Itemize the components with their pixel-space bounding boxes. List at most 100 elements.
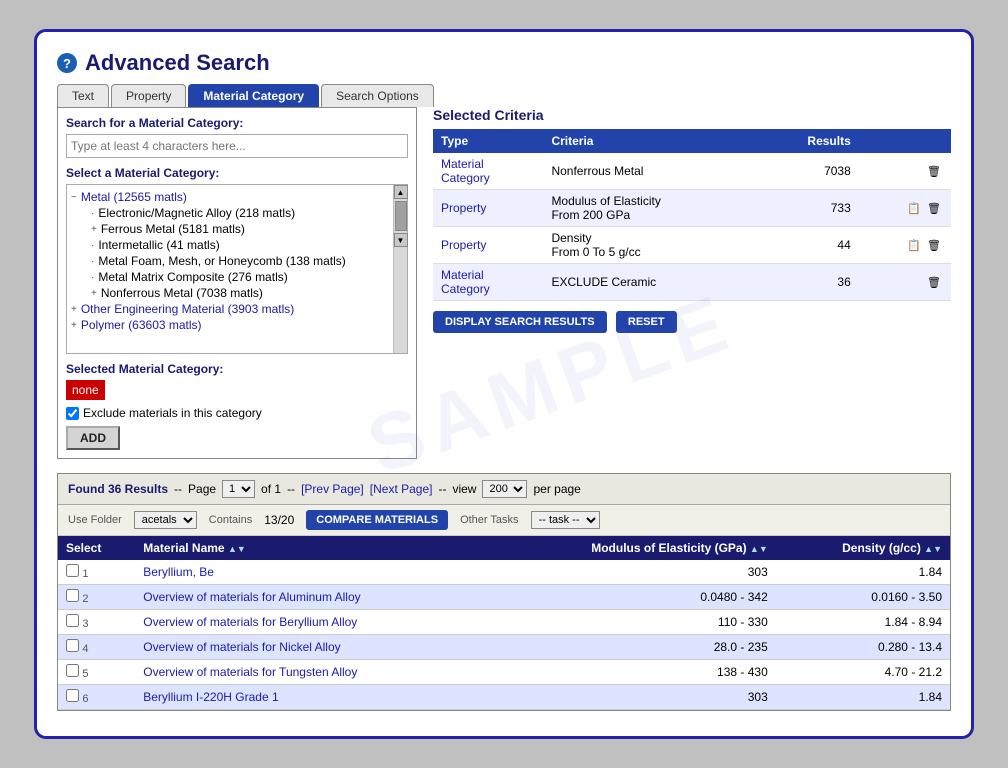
expand-intermetallic[interactable]: · [91, 240, 94, 251]
tab-material-category[interactable]: Material Category [188, 84, 319, 107]
next-page-link[interactable]: [Next Page] [370, 482, 433, 496]
type-link-1[interactable]: MaterialCategory [441, 157, 490, 185]
expand-nonferrous[interactable]: + [91, 288, 97, 299]
expand-ferrous[interactable]: + [91, 224, 97, 235]
scroll-thumb[interactable] [395, 201, 407, 231]
criteria-cell-1: Nonferrous Metal [543, 153, 757, 190]
expand-matrix[interactable]: · [91, 272, 94, 283]
sort-modulus[interactable]: ▲▼ [750, 544, 768, 554]
label-nonferrous: Nonferrous Metal (7038 matls) [101, 286, 263, 300]
row-checkbox-3[interactable] [66, 614, 79, 627]
compare-materials-button[interactable]: COMPARE MATERIALS [306, 510, 448, 530]
contains-value: 13/20 [264, 513, 294, 527]
expand-electronic[interactable]: · [91, 208, 94, 219]
scroll-down-btn[interactable]: ▼ [394, 233, 408, 247]
type-link-4[interactable]: MaterialCategory [441, 268, 490, 296]
table-row: 2 Overview of materials for Aluminum All… [58, 585, 950, 610]
sort-name[interactable]: ▲▼ [228, 544, 246, 554]
display-search-results-button[interactable]: DISPLAY SEARCH RESULTS [433, 311, 607, 333]
delete-icon-2[interactable]: 🗑 [925, 199, 943, 217]
row-checkbox-4[interactable] [66, 639, 79, 652]
help-icon[interactable]: ? [57, 53, 77, 73]
density-4: 0.280 - 13.4 [776, 635, 950, 660]
add-button[interactable]: ADD [66, 426, 120, 450]
dash-3: -- [438, 482, 446, 496]
edit-icon-3[interactable]: 📋 [905, 236, 923, 254]
folder-select[interactable]: acetals [134, 511, 197, 529]
type-link-2[interactable]: Property [441, 201, 486, 215]
page-select[interactable]: 1 [222, 480, 255, 498]
content-area: Search for a Material Category: Select a… [57, 107, 951, 459]
tab-text[interactable]: Text [57, 84, 109, 107]
delete-icon-4[interactable]: 🗑 [925, 273, 943, 291]
criteria-cell-4: EXCLUDE Ceramic [543, 264, 757, 301]
sort-density[interactable]: ▲▼ [924, 544, 942, 554]
exclude-row: Exclude materials in this category [66, 406, 408, 420]
other-tasks-label: Other Tasks [460, 514, 519, 526]
reset-button[interactable]: RESET [616, 311, 677, 333]
tree-item-electronic: · Electronic/Magnetic Alloy (218 matls) [71, 205, 389, 221]
tree-item-polymer: + Polymer (63603 matls) [71, 317, 389, 333]
link-other-eng[interactable]: Other Engineering Material (3903 matls) [81, 302, 294, 316]
type-link-3[interactable]: Property [441, 238, 486, 252]
criteria-cell-2: Modulus of ElasticityFrom 200 GPa [543, 190, 757, 227]
link-polymer[interactable]: Polymer (63603 matls) [81, 318, 202, 332]
select-label: Select a Material Category: [66, 166, 408, 180]
row-checkbox-1[interactable] [66, 564, 79, 577]
material-name-5: Overview of materials for Tungsten Alloy [135, 660, 486, 685]
tree-item-metal: − Metal (12565 matls) [71, 189, 389, 205]
criteria-cell-3: DensityFrom 0 To 5 g/cc [543, 227, 757, 264]
table-row: 5 Overview of materials for Tungsten All… [58, 660, 950, 685]
tree-item-ferrous: + Ferrous Metal (5181 matls) [71, 221, 389, 237]
density-3: 1.84 - 8.94 [776, 610, 950, 635]
material-link-1[interactable]: Beryllium, Be [143, 565, 214, 579]
link-metal[interactable]: Metal (12565 matls) [81, 190, 187, 204]
material-search-input[interactable] [66, 134, 408, 158]
density-6: 1.84 [776, 685, 950, 710]
delete-icon-3[interactable]: 🗑 [925, 236, 943, 254]
label-matrix: Metal Matrix Composite (276 matls) [98, 270, 287, 284]
material-link-5[interactable]: Overview of materials for Tungsten Alloy [143, 665, 357, 679]
edit-icon-2[interactable]: 📋 [905, 199, 923, 217]
selected-category-value: none [66, 380, 105, 400]
expand-foam[interactable]: · [91, 256, 94, 267]
col-criteria: Criteria [543, 129, 757, 153]
prev-page-link[interactable]: [Prev Page] [301, 482, 364, 496]
scroll-up-btn[interactable]: ▲ [394, 185, 408, 199]
material-link-6[interactable]: Beryllium I-220H Grade 1 [143, 690, 278, 704]
row-checkbox-6[interactable] [66, 689, 79, 702]
exclude-label: Exclude materials in this category [83, 406, 262, 420]
col-material-name: Material Name ▲▼ [135, 536, 486, 560]
col-modulus: Modulus of Elasticity (GPa) ▲▼ [486, 536, 776, 560]
delete-icon-1[interactable]: 🗑 [925, 162, 943, 180]
material-link-3[interactable]: Overview of materials for Beryllium Allo… [143, 615, 357, 629]
row-checkbox-2[interactable] [66, 589, 79, 602]
criteria-table: Type Criteria Results MaterialCategory N… [433, 129, 951, 301]
dash-2: -- [287, 482, 295, 496]
results-header: Found 36 Results -- Page 1 of 1 -- [Prev… [58, 474, 950, 505]
expand-other-eng[interactable]: + [71, 304, 77, 315]
material-name-6: Beryllium I-220H Grade 1 [135, 685, 486, 710]
material-link-4[interactable]: Overview of materials for Nickel Alloy [143, 640, 340, 654]
tabs-row: Text Property Material Category Search O… [57, 84, 951, 107]
left-panel: Search for a Material Category: Select a… [57, 107, 417, 459]
found-results-text: Found 36 Results [68, 482, 168, 496]
page-title: Advanced Search [85, 50, 270, 76]
dash-separator: -- [174, 482, 182, 496]
view-select[interactable]: 200 [482, 480, 527, 498]
select-cell-6: 6 [58, 685, 135, 710]
row-checkbox-5[interactable] [66, 664, 79, 677]
material-link-2[interactable]: Overview of materials for Aluminum Alloy [143, 590, 360, 604]
of-text: of 1 [261, 482, 281, 496]
results-table: Select Material Name ▲▼ Modulus of Elast… [58, 536, 950, 710]
right-panel: Selected Criteria Type Criteria Results … [433, 107, 951, 459]
tree-scrollbar: ▲ ▼ [393, 185, 407, 353]
task-select[interactable]: -- task -- [531, 511, 600, 529]
exclude-checkbox[interactable] [66, 407, 79, 420]
select-cell-5: 5 [58, 660, 135, 685]
expand-polymer[interactable]: + [71, 320, 77, 331]
expand-metal[interactable]: − [71, 192, 77, 203]
tab-property[interactable]: Property [111, 84, 186, 107]
row-num-6: 6 [82, 693, 88, 705]
tab-search-options[interactable]: Search Options [321, 84, 434, 107]
